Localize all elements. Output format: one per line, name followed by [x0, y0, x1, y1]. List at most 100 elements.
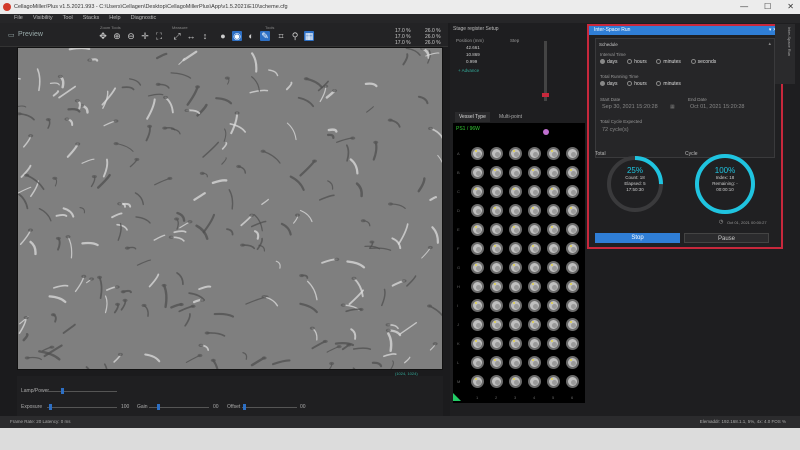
- well[interactable]: [490, 356, 503, 369]
- well[interactable]: [509, 318, 522, 331]
- total-hours-radio[interactable]: [627, 81, 633, 86]
- well[interactable]: [566, 261, 579, 274]
- offset-slider-handle[interactable]: [243, 404, 246, 410]
- interval-hours[interactable]: hours: [634, 59, 647, 65]
- well[interactable]: [528, 280, 541, 293]
- well[interactable]: [471, 147, 484, 160]
- collapse-icon[interactable]: ▴: [768, 41, 771, 47]
- side-dock-tab[interactable]: Inter-Space Run: [775, 24, 795, 84]
- well[interactable]: [471, 166, 484, 179]
- well[interactable]: [490, 318, 503, 331]
- gain-slider-handle[interactable]: [157, 404, 160, 410]
- well[interactable]: [471, 375, 484, 388]
- well[interactable]: [528, 242, 541, 255]
- well[interactable]: [471, 223, 484, 236]
- total-days-radio[interactable]: [600, 81, 605, 86]
- well[interactable]: [471, 185, 484, 198]
- well[interactable]: [547, 147, 560, 160]
- offset-slider[interactable]: [242, 407, 297, 408]
- well[interactable]: [566, 280, 579, 293]
- pan-hand-icon[interactable]: ✥: [98, 31, 108, 41]
- total-days[interactable]: days: [607, 81, 618, 87]
- stop-button[interactable]: Stop: [595, 233, 680, 243]
- well[interactable]: [547, 299, 560, 312]
- minimize-button[interactable]: —: [740, 0, 748, 14]
- total-hours[interactable]: hours: [634, 81, 647, 87]
- well[interactable]: [490, 337, 503, 350]
- well[interactable]: [566, 318, 579, 331]
- well[interactable]: [566, 204, 579, 217]
- width-measure-icon[interactable]: ↔: [186, 31, 196, 41]
- menu-file[interactable]: File: [14, 14, 23, 23]
- tab-preview[interactable]: Preview: [18, 31, 43, 38]
- brightness-icon[interactable]: ●: [218, 31, 228, 41]
- well[interactable]: [490, 375, 503, 388]
- interval-minutes-radio[interactable]: [656, 59, 662, 64]
- lamp-slider-handle[interactable]: [61, 388, 64, 394]
- well[interactable]: [471, 337, 484, 350]
- contrast-icon[interactable]: ◐: [246, 31, 256, 41]
- well[interactable]: [471, 204, 484, 217]
- well[interactable]: [509, 223, 522, 236]
- interval-hours-radio[interactable]: [627, 59, 633, 64]
- z-slider-handle[interactable]: [542, 93, 549, 97]
- well[interactable]: [509, 280, 522, 293]
- well[interactable]: [509, 204, 522, 217]
- well[interactable]: [509, 375, 522, 388]
- well[interactable]: [547, 242, 560, 255]
- height-measure-icon[interactable]: ↕: [200, 31, 210, 41]
- menu-stacks[interactable]: Stacks: [83, 14, 100, 23]
- menu-tool[interactable]: Tool: [63, 14, 73, 23]
- well[interactable]: [566, 223, 579, 236]
- position-y[interactable]: 10.869: [466, 52, 480, 57]
- well[interactable]: [471, 280, 484, 293]
- grid-icon[interactable]: ▦: [304, 31, 314, 41]
- well[interactable]: [509, 261, 522, 274]
- well[interactable]: [528, 166, 541, 179]
- well[interactable]: [566, 166, 579, 179]
- well[interactable]: [509, 356, 522, 369]
- well[interactable]: [509, 337, 522, 350]
- menu-help[interactable]: Help: [109, 14, 120, 23]
- menu-visibility[interactable]: Visibility: [33, 14, 53, 23]
- well[interactable]: [490, 299, 503, 312]
- well[interactable]: [528, 375, 541, 388]
- pin-icon[interactable]: ⚲: [290, 31, 300, 41]
- start-date-field[interactable]: Sep 30, 2021 15:20:28: [602, 104, 658, 110]
- zoom-in-icon[interactable]: ⊕: [112, 31, 122, 41]
- well[interactable]: [547, 166, 560, 179]
- position-z[interactable]: 0.999: [466, 59, 477, 64]
- well[interactable]: [528, 337, 541, 350]
- pen-icon[interactable]: ✎: [260, 31, 270, 41]
- well[interactable]: [490, 185, 503, 198]
- well[interactable]: [528, 223, 541, 236]
- well[interactable]: [490, 166, 503, 179]
- well[interactable]: [490, 280, 503, 293]
- well[interactable]: [471, 356, 484, 369]
- well[interactable]: [471, 242, 484, 255]
- well[interactable]: [566, 337, 579, 350]
- well[interactable]: [547, 337, 560, 350]
- menu-diagnostic[interactable]: Diagnostic: [131, 14, 157, 23]
- well[interactable]: [566, 299, 579, 312]
- offset-value[interactable]: 00: [300, 404, 306, 410]
- well[interactable]: [547, 204, 560, 217]
- end-date-field[interactable]: Oct 01, 2021 15:20:28: [690, 104, 744, 110]
- well[interactable]: [509, 147, 522, 160]
- well[interactable]: [490, 261, 503, 274]
- well[interactable]: [566, 356, 579, 369]
- well[interactable]: [547, 356, 560, 369]
- lamp-slider[interactable]: [47, 391, 117, 392]
- well[interactable]: [566, 147, 579, 160]
- pause-button[interactable]: Pause: [684, 233, 769, 243]
- microscope-image[interactable]: [17, 47, 443, 370]
- tab-vessel-type[interactable]: Vessel Type: [455, 112, 490, 122]
- well[interactable]: [509, 185, 522, 198]
- well[interactable]: [471, 261, 484, 274]
- well[interactable]: [509, 299, 522, 312]
- advance-link[interactable]: + Advance: [458, 68, 479, 73]
- well[interactable]: [490, 223, 503, 236]
- well[interactable]: [547, 375, 560, 388]
- position-x[interactable]: 42.661: [466, 45, 480, 50]
- well[interactable]: [528, 318, 541, 331]
